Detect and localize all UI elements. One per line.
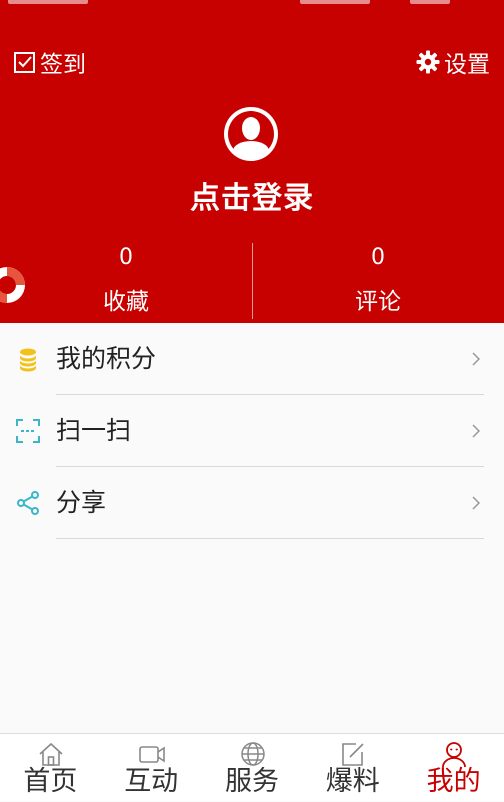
status-bar	[0, 0, 504, 10]
settings-button[interactable]: 设置	[416, 47, 490, 78]
menu-list: 我的积分 扫一扫 分享	[0, 323, 504, 539]
tab-label: 首页	[23, 766, 78, 797]
tab-label: 我的	[426, 766, 481, 797]
gear-icon	[416, 50, 440, 74]
divider	[56, 538, 484, 539]
tab-mine[interactable]: 我的	[403, 734, 504, 801]
comments-count: 0	[371, 245, 385, 270]
profile-header: 签到 设置 点击登录 0 收藏 0 评论	[0, 0, 504, 323]
checkin-button[interactable]: 签到	[13, 47, 86, 78]
settings-label: 设置	[444, 52, 490, 78]
menu-item-label: 分享	[56, 488, 107, 517]
bottom-tab-bar: 首页 互动 服务 爆料 我的	[0, 733, 504, 801]
checkin-icon	[14, 52, 35, 73]
share-icon	[17, 491, 39, 515]
menu-item-points[interactable]: 我的积分	[0, 323, 504, 395]
checkin-label: 签到	[40, 52, 86, 78]
coins-icon	[20, 348, 36, 372]
tab-label: 服务	[224, 766, 279, 797]
chevron-right-icon	[472, 424, 481, 438]
tab-label: 互动	[124, 766, 179, 797]
menu-item-scan[interactable]: 扫一扫	[0, 395, 504, 467]
scan-icon	[16, 419, 40, 443]
lifebuoy-icon[interactable]	[0, 262, 28, 308]
tab-interact[interactable]: 互动	[101, 734, 202, 801]
comments-label: 评论	[355, 289, 401, 315]
chevron-right-icon	[472, 496, 481, 510]
tab-services[interactable]: 服务	[202, 734, 303, 801]
avatar[interactable]	[222, 105, 280, 163]
favorites-label: 收藏	[103, 289, 149, 315]
tab-label: 爆料	[325, 766, 380, 797]
chevron-right-icon	[472, 352, 481, 366]
login-link[interactable]: 点击登录	[0, 173, 504, 217]
stat-favorites[interactable]: 0 收藏	[0, 240, 252, 320]
favorites-count: 0	[119, 245, 133, 270]
menu-item-label: 我的积分	[56, 344, 157, 373]
tab-home[interactable]: 首页	[0, 734, 101, 801]
tab-report[interactable]: 爆料	[302, 734, 403, 801]
menu-item-share[interactable]: 分享	[0, 467, 504, 539]
menu-item-label: 扫一扫	[56, 416, 132, 445]
stat-comments[interactable]: 0 评论	[252, 240, 504, 320]
